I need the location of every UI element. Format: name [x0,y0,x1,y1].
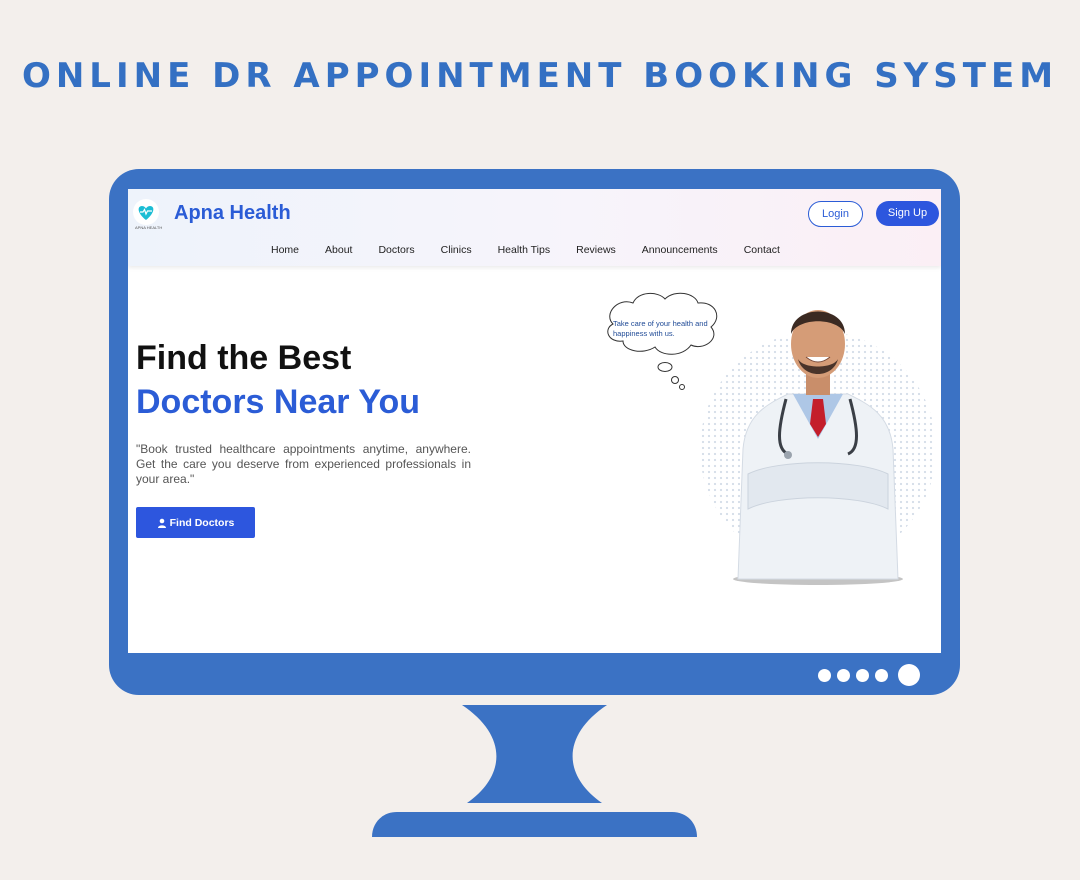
main-nav: Home About Doctors Clinics Health Tips R… [258,244,793,256]
indicator-dot [856,668,869,682]
indicator-dot [875,668,888,682]
logo-text: APNA HEALTH [135,225,163,230]
find-doctors-label: Find Doctors [169,516,235,529]
nav-announcements[interactable]: Announcements [642,244,718,256]
doctor-illustration [700,310,936,585]
login-button[interactable]: Login [808,201,863,227]
indicator-dot [837,668,850,682]
site-header: APNA HEALTH Apna Health Login Sign Up Ho… [128,189,941,266]
power-button [898,664,920,686]
hero-description: "Book trusted healthcare appointments an… [136,442,471,486]
nav-home[interactable]: Home [271,244,299,256]
brand-name[interactable]: Apna Health [174,202,291,225]
signup-button[interactable]: Sign Up [876,201,939,226]
nav-contact[interactable]: Contact [744,244,780,256]
indicator-dot [818,668,831,682]
nav-doctors[interactable]: Doctors [378,244,414,256]
nav-clinics[interactable]: Clinics [441,244,472,256]
monitor-indicator-dots [818,664,920,686]
heart-pulse-icon [138,206,154,220]
monitor-screen: APNA HEALTH Apna Health Login Sign Up Ho… [128,189,941,653]
user-icon [157,518,166,528]
logo[interactable]: APNA HEALTH [133,199,162,230]
nav-about[interactable]: About [325,244,352,256]
monitor-stand [372,705,697,837]
hero-heading-line1: Find the Best [136,339,352,377]
monitor-frame: APNA HEALTH Apna Health Login Sign Up Ho… [109,169,960,695]
nav-health-tips[interactable]: Health Tips [498,244,551,256]
hero-heading-line2: Doctors Near You [136,383,421,421]
find-doctors-button[interactable]: Find Doctors [136,507,255,538]
page-title: ONLINE DR APPOINTMENT BOOKING SYSTEM [21,56,1059,96]
nav-reviews[interactable]: Reviews [576,244,616,256]
